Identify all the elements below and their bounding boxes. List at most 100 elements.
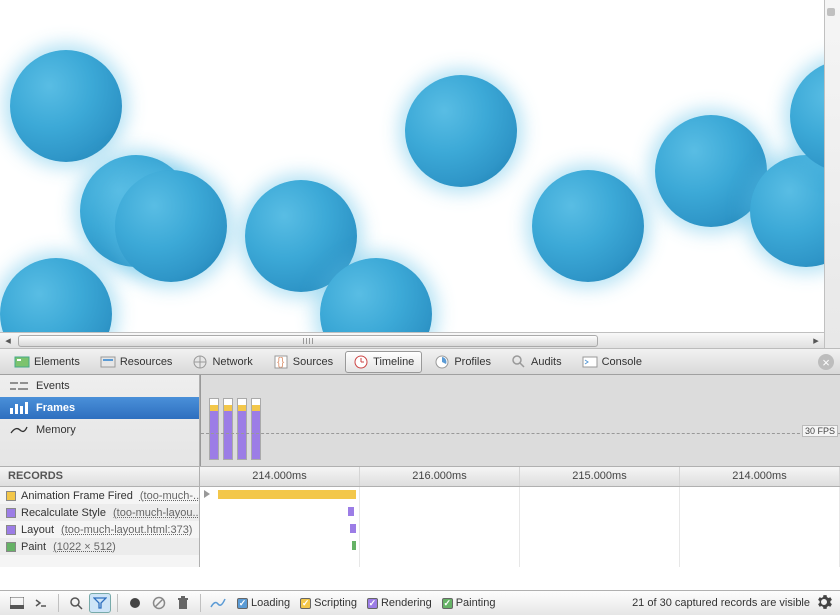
ball xyxy=(115,170,227,282)
frame-bar[interactable] xyxy=(209,398,219,460)
legend-scripting[interactable]: ✓Scripting xyxy=(300,597,357,609)
sidebar-item-events[interactable]: Events xyxy=(0,375,199,397)
record-name: Recalculate Style xyxy=(21,507,106,519)
frames-view-icon[interactable] xyxy=(207,593,229,613)
tab-label: Network xyxy=(212,356,252,368)
elements-icon xyxy=(14,354,30,370)
statusbar: ✓Loading✓Scripting✓Rendering✓Painting 21… xyxy=(0,590,840,615)
dock-icon[interactable] xyxy=(6,593,28,613)
legend-label: Painting xyxy=(456,597,496,609)
vertical-scrollbar[interactable] xyxy=(824,0,840,348)
record-row[interactable]: Paint (1022 × 512) xyxy=(0,538,199,555)
legend-label: Loading xyxy=(251,597,290,609)
tab-console[interactable]: Console xyxy=(574,351,650,373)
tab-network[interactable]: Network xyxy=(184,351,260,373)
sidebar-item-frames[interactable]: Frames xyxy=(0,397,199,419)
tab-sources[interactable]: {} Sources xyxy=(265,351,341,373)
audits-icon xyxy=(511,354,527,370)
checkbox-icon: ✓ xyxy=(237,598,248,609)
search-icon[interactable] xyxy=(65,593,87,613)
record-bars-area[interactable] xyxy=(200,487,840,567)
record-row[interactable]: Recalculate Style (too-much-layou... xyxy=(0,504,199,521)
sidebar-item-label: Frames xyxy=(36,402,75,414)
record-source-link[interactable]: (too-much-layou... xyxy=(113,507,199,519)
network-icon xyxy=(192,354,208,370)
record-bar[interactable] xyxy=(350,524,356,533)
record-swatch xyxy=(6,508,16,518)
legend-label: Scripting xyxy=(314,597,357,609)
legend-painting[interactable]: ✓Painting xyxy=(442,597,496,609)
svg-text:{}: {} xyxy=(277,356,285,368)
status-text: 21 of 30 captured records are visible xyxy=(632,597,814,609)
legend-label: Rendering xyxy=(381,597,432,609)
checkbox-icon: ✓ xyxy=(367,598,378,609)
tab-label: Profiles xyxy=(454,356,491,368)
sources-icon: {} xyxy=(273,354,289,370)
record-name: Layout xyxy=(21,524,54,536)
tab-timeline[interactable]: Timeline xyxy=(345,351,422,373)
record-names-column: Animation Frame Fired (too-much-...Recal… xyxy=(0,487,200,567)
page-viewport: ◂ ▸ xyxy=(0,0,840,348)
timeline-panel: Events Frames Memory 30 FPS xyxy=(0,375,840,467)
tab-label: Elements xyxy=(34,356,80,368)
legend-rendering[interactable]: ✓Rendering xyxy=(367,597,432,609)
sidebar-item-memory[interactable]: Memory xyxy=(0,419,199,441)
tab-label: Audits xyxy=(531,356,562,368)
tab-profiles[interactable]: Profiles xyxy=(426,351,499,373)
scrollbar-thumb[interactable] xyxy=(18,335,598,347)
record-swatch xyxy=(6,542,16,552)
record-icon[interactable] xyxy=(124,593,146,613)
scroll-left-arrow[interactable]: ◂ xyxy=(0,333,16,349)
records-header: RECORDS 214.000ms216.000ms215.000ms214.0… xyxy=(0,467,840,487)
tab-elements[interactable]: Elements xyxy=(6,351,88,373)
filter-icon[interactable] xyxy=(89,593,111,613)
record-bar[interactable] xyxy=(352,541,356,550)
tab-resources[interactable]: Resources xyxy=(92,351,181,373)
record-source-link[interactable]: (too-much-layout.html:373) xyxy=(61,524,192,536)
profiles-icon xyxy=(434,354,450,370)
gear-icon[interactable] xyxy=(816,594,834,612)
frames-overview-chart[interactable]: 30 FPS xyxy=(200,375,840,466)
close-icon[interactable]: × xyxy=(818,354,834,370)
sidebar-item-label: Memory xyxy=(36,424,76,436)
legend: ✓Loading✓Scripting✓Rendering✓Painting xyxy=(237,597,495,609)
tab-label: Sources xyxy=(293,356,333,368)
tab-label: Resources xyxy=(120,356,173,368)
memory-icon xyxy=(10,424,28,436)
time-column-header: 215.000ms xyxy=(520,467,680,486)
frame-bar[interactable] xyxy=(223,398,233,460)
events-icon xyxy=(10,380,28,392)
frame-bar[interactable] xyxy=(237,398,247,460)
clear-icon[interactable] xyxy=(148,593,170,613)
legend-loading[interactable]: ✓Loading xyxy=(237,597,290,609)
ball xyxy=(532,170,644,282)
ball xyxy=(405,75,517,187)
devtools-tabbar: Elements Resources Network {} Sources Timelin… xyxy=(0,348,840,375)
resources-icon xyxy=(100,354,116,370)
record-bar[interactable] xyxy=(218,490,356,499)
record-name: Animation Frame Fired xyxy=(21,490,133,502)
horizontal-scrollbar[interactable]: ◂ ▸ xyxy=(0,332,824,348)
sidebar-item-label: Events xyxy=(36,380,70,392)
tab-label: Console xyxy=(602,356,642,368)
records-header-label: RECORDS xyxy=(0,467,200,486)
record-row[interactable]: Layout (too-much-layout.html:373) xyxy=(0,521,199,538)
console-drawer-icon[interactable] xyxy=(30,593,52,613)
garbage-collect-icon[interactable] xyxy=(172,593,194,613)
frame-bar[interactable] xyxy=(251,398,261,460)
timeline-icon xyxy=(353,354,369,370)
tab-audits[interactable]: Audits xyxy=(503,351,570,373)
scroll-right-arrow[interactable]: ▸ xyxy=(808,333,824,349)
checkbox-icon: ✓ xyxy=(442,598,453,609)
fps-label: 30 FPS xyxy=(802,425,838,437)
time-column-header: 214.000ms xyxy=(200,467,360,486)
console-icon xyxy=(582,354,598,370)
tab-label: Timeline xyxy=(373,356,414,368)
record-source-link[interactable]: (1022 × 512) xyxy=(53,541,116,553)
ball xyxy=(10,50,122,162)
record-bar[interactable] xyxy=(348,507,354,516)
time-column-header: 216.000ms xyxy=(360,467,520,486)
record-source-link[interactable]: (too-much-... xyxy=(140,490,199,502)
expand-icon[interactable] xyxy=(204,490,210,498)
record-row[interactable]: Animation Frame Fired (too-much-... xyxy=(0,487,199,504)
